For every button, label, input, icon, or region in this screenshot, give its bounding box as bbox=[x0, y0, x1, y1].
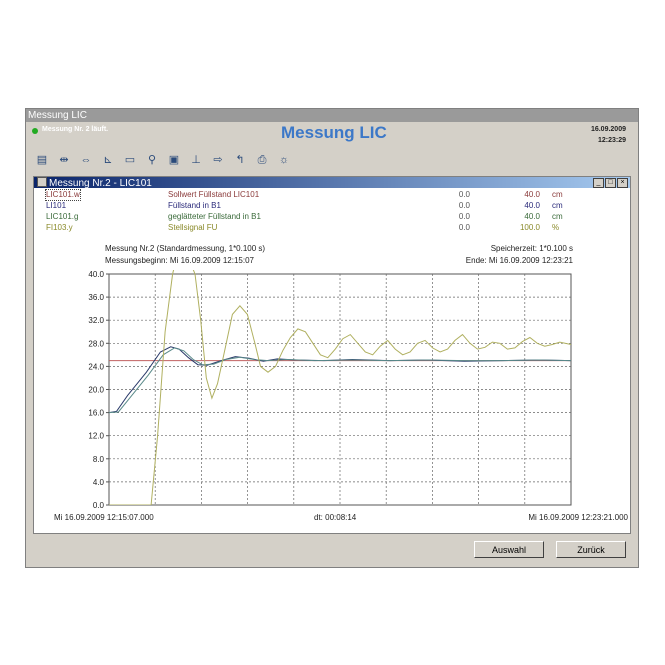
zurueck-button[interactable]: Zurück bbox=[556, 541, 626, 558]
x-axis-duration: dt: 00:08:14 bbox=[314, 513, 357, 522]
x-axis-start: Mi 16.09.2009 12:15:07.000 bbox=[54, 513, 154, 522]
save-icon[interactable]: ▣ bbox=[166, 153, 182, 167]
cursor-icon[interactable]: ⇔ bbox=[78, 153, 94, 167]
y-tick-label: 8.0 bbox=[93, 455, 105, 464]
zoom-fit-icon[interactable]: ⇹ bbox=[56, 153, 72, 167]
header-date: 16.09.2009 bbox=[590, 126, 626, 133]
y-tick-label: 32.0 bbox=[88, 316, 104, 325]
grid-icon[interactable]: ▤ bbox=[34, 153, 50, 167]
page-title: Messung LIC bbox=[281, 123, 387, 142]
magnify-icon[interactable]: ⚲ bbox=[144, 153, 160, 167]
header-datetime: 16.09.2009 12:23:29 bbox=[591, 124, 626, 146]
header: Messung Nr. 2 läuft. Messung LIC 16.09.2… bbox=[26, 122, 638, 154]
status-led-icon bbox=[32, 128, 38, 134]
y-tick-label: 16.0 bbox=[88, 409, 104, 418]
y-tick-label: 36.0 bbox=[88, 293, 104, 302]
arrow-icon[interactable]: ↰ bbox=[232, 153, 248, 167]
y-tick-label: 20.0 bbox=[88, 386, 104, 395]
y-tick-label: 0.0 bbox=[93, 501, 105, 510]
header-time: 12:23:29 bbox=[597, 137, 626, 144]
auswahl-button[interactable]: Auswahl bbox=[474, 541, 544, 558]
measurement-window: Messung Nr.2 - LIC101 _ □ × LIC101.w Sol… bbox=[33, 176, 631, 534]
app-window: Messung LIC Messung Nr. 2 läuft. Messung… bbox=[25, 108, 639, 568]
scale-icon[interactable]: ⊥ bbox=[188, 153, 204, 167]
trend-chart: 40.0 36.0 32.0 28.0 24.0 20.0 16.0 12.0 8.0 4.0 0.… bbox=[88, 270, 572, 510]
axis-icon[interactable]: ⊾ bbox=[100, 153, 116, 167]
y-tick-label: 28.0 bbox=[88, 339, 104, 348]
chart-icon[interactable]: ▭ bbox=[122, 153, 138, 167]
y-tick-label: 24.0 bbox=[88, 362, 104, 371]
x-axis-end: Mi 16.09.2009 12:23:21.000 bbox=[528, 513, 628, 522]
status-text: Messung Nr. 2 läuft. bbox=[42, 126, 109, 133]
print-icon[interactable]: ⎙ bbox=[254, 153, 270, 167]
toolbar: ▤ ⇹ ⇔ ⊾ ▭ ⚲ ▣ ⊥ ⇨ ↰ ⎙ ☼ bbox=[34, 153, 292, 169]
y-tick-label: 40.0 bbox=[88, 270, 104, 279]
bulb-icon[interactable]: ☼ bbox=[276, 153, 292, 167]
app-title-bar: Messung LIC bbox=[26, 109, 638, 122]
export-icon[interactable]: ⇨ bbox=[210, 153, 226, 167]
y-tick-label: 12.0 bbox=[88, 432, 104, 441]
y-tick-label: 4.0 bbox=[93, 478, 105, 487]
